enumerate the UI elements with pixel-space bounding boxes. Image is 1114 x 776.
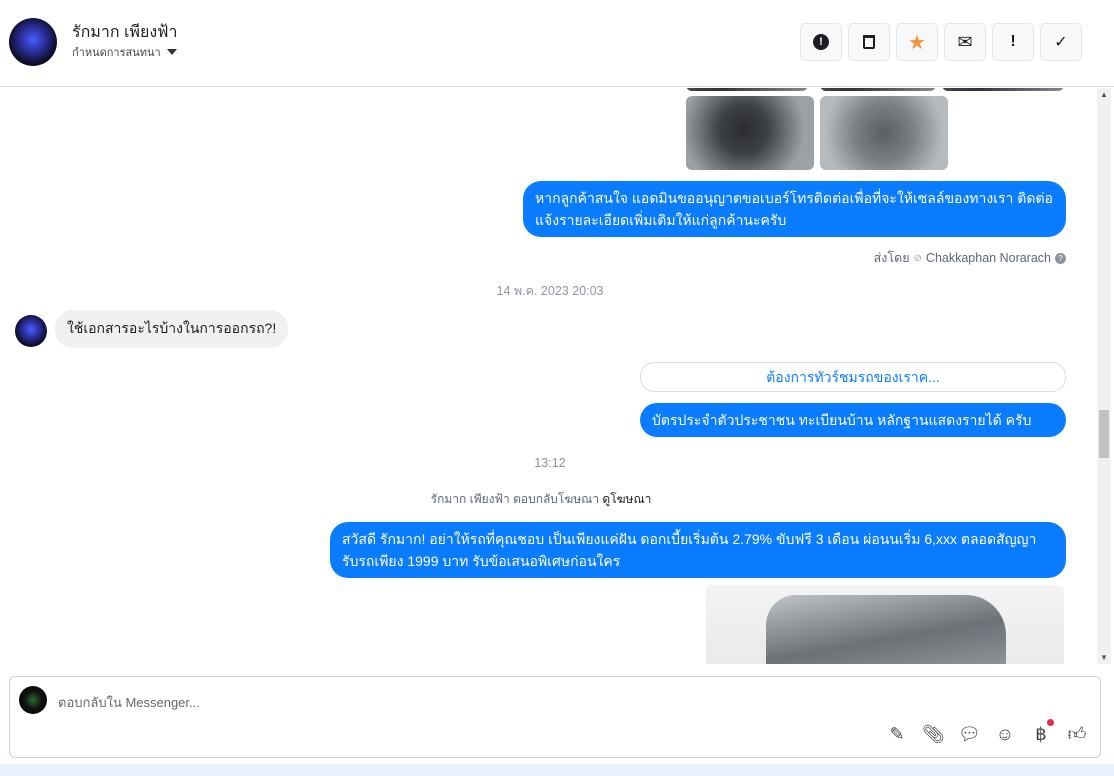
- sender-name: Chakkaphan Norarach: [925, 251, 1051, 265]
- contact-avatar[interactable]: [9, 18, 57, 66]
- timestamp-divider: 13:12: [534, 456, 566, 470]
- page-avatar: [19, 686, 47, 714]
- contact-avatar-small[interactable]: [15, 315, 47, 347]
- chat-scrollbar[interactable]: ▲ ▼: [1097, 88, 1111, 664]
- scrollbar-thumb[interactable]: [1099, 410, 1109, 458]
- caret-down-icon: [166, 49, 177, 55]
- scroll-up-icon[interactable]: ▲: [1100, 90, 1108, 99]
- payment-baht-icon[interactable]: ฿: [1030, 718, 1054, 745]
- reply-input[interactable]: ตอบกลับใน Messenger...: [58, 692, 200, 713]
- attachment-icon[interactable]: 📎︎: [922, 724, 945, 745]
- notification-dot: [1047, 718, 1054, 726]
- outgoing-message: บัตรประจำตัวประชาชน ทะเบียนบ้าน หลักฐานแ…: [640, 403, 1066, 437]
- ad-reply-text: รักมาก เพียงฟ้า ตอบกลับโฆษณา: [430, 492, 600, 506]
- car-interior-photo[interactable]: [686, 96, 814, 170]
- mark-done-button[interactable]: ✓: [1040, 23, 1082, 61]
- outgoing-ad-message: สวัสดี รักมาก! อย่าให้รถที่คุณชอบ เป็นเพ…: [330, 522, 1066, 578]
- quick-reply-link[interactable]: ต้องการทัวร์ชมรถของเราค...: [640, 362, 1066, 392]
- star-button[interactable]: ★: [896, 23, 938, 61]
- trash-icon: [863, 35, 875, 49]
- incoming-message: ใช้เอกสารอะไรบ้างในการออกรถ?!: [55, 310, 289, 348]
- mail-icon: ✉: [957, 31, 973, 52]
- sent-by-label: ส่งโดย: [873, 251, 910, 265]
- quick-reply-icon[interactable]: 💬︎: [958, 724, 981, 745]
- bottom-bar: [0, 764, 1114, 776]
- car-photo[interactable]: [942, 88, 1064, 91]
- mark-unread-button[interactable]: ✉: [944, 23, 986, 61]
- conversation-header: รักมาก เพียงฟ้า กำหนดการสนทนา ! ★ ✉ ! ✓: [0, 0, 1114, 87]
- star-icon: ★: [908, 31, 926, 54]
- car-ad-photo[interactable]: [706, 585, 1064, 664]
- report-icon: !: [813, 34, 829, 50]
- mark-important-button[interactable]: !: [992, 23, 1034, 61]
- check-icon: ✓: [1054, 34, 1068, 51]
- contact-name[interactable]: รักมาก เพียงฟ้า: [72, 20, 177, 45]
- car-interior-photo[interactable]: [820, 96, 948, 170]
- car-photo[interactable]: [686, 88, 808, 91]
- important-icon: !: [1010, 33, 1016, 50]
- delete-button[interactable]: [848, 23, 890, 61]
- ad-reply-notice: รักมาก เพียงฟ้า ตอบกลับโฆษณา ดูโฆษณา: [0, 490, 1082, 509]
- conversation-schedule-dropdown[interactable]: กำหนดการสนทนา: [72, 43, 177, 61]
- schedule-label: กำหนดการสนทนา: [72, 47, 161, 59]
- help-icon[interactable]: ?: [1055, 252, 1066, 264]
- sent-by-info: ส่งโดย ⊘ Chakkaphan Norarach ?: [874, 248, 1066, 268]
- view-ad-link[interactable]: ดูโฆษณา: [602, 492, 651, 506]
- car-shape: [766, 595, 1006, 664]
- emoji-icon[interactable]: ☺: [994, 724, 1016, 745]
- scroll-down-icon[interactable]: ▼: [1100, 653, 1108, 662]
- message-thread: หากลูกค้าสนใจ แอดมินขออนุญาตขอเบอร์โทรติ…: [0, 88, 1096, 664]
- like-icon[interactable]: 👍︎: [1066, 723, 1088, 745]
- car-photo[interactable]: [820, 88, 936, 91]
- saved-reply-icon[interactable]: ✎: [886, 724, 908, 745]
- verified-icon: ⊘: [913, 252, 922, 264]
- timestamp-divider: 14 พ.ค. 2023 20:03: [496, 284, 604, 298]
- report-spam-button[interactable]: !: [800, 23, 842, 61]
- outgoing-message: หากลูกค้าสนใจ แอดมินขออนุญาตขอเบอร์โทรติ…: [523, 181, 1066, 237]
- reply-composer: ตอบกลับใน Messenger... ✎ 📎︎ 💬︎ ☺ ฿ 👍︎: [9, 676, 1101, 758]
